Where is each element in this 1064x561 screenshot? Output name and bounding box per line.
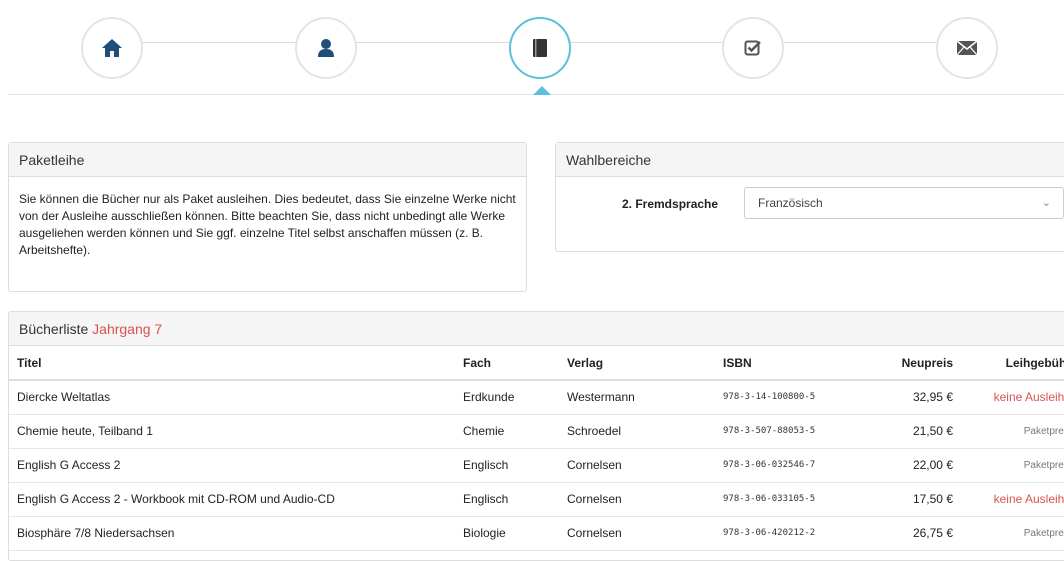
col-verlag: Verlag: [559, 346, 715, 381]
cell-leihgebuehr: keine Ausleihe: [961, 482, 1064, 517]
cell-verlag: Cornelsen: [559, 482, 715, 517]
table-row: Biosphäre 7/8 Niedersachsen Biologie Cor…: [9, 516, 1064, 551]
book-icon: [533, 39, 547, 57]
paketleihe-panel: Paketleihe Sie können die Bücher nur als…: [8, 142, 527, 292]
user-icon: [318, 39, 334, 57]
paketleihe-text: Sie können die Bücher nur als Paket ausl…: [19, 192, 516, 257]
buecherliste-header: Bücherliste Jahrgang 7: [9, 312, 1064, 346]
cell-fach: Englisch: [455, 448, 559, 483]
chevron-down-icon: ⌄: [1041, 197, 1051, 209]
cell-neupreis: 21,50 €: [863, 414, 961, 449]
step-check[interactable]: [722, 17, 784, 79]
fremdsprache-selected-value: Französisch: [758, 196, 823, 210]
cell-neupreis: 26,75 €: [863, 516, 961, 551]
cell-leihgebuehr: keine Ausleihe: [961, 380, 1064, 415]
cell-fach: Chemie: [455, 414, 559, 449]
cell-leihgebuehr: Paketpreis: [961, 414, 1064, 449]
table-row: Diercke Weltatlas Erdkunde Westermann 97…: [9, 380, 1064, 415]
cell-fach: Biologie: [455, 516, 559, 551]
cell-titel: Chemie heute, Teilband 1: [9, 414, 455, 449]
check-square-icon: [744, 40, 761, 56]
cell-neupreis: 22,00 €: [863, 448, 961, 483]
wahlbereiche-panel: Wahlbereiche 2. Fremdsprache Französisch…: [555, 142, 1064, 252]
buecherliste-panel: Bücherliste Jahrgang 7 Titel Fach Verlag…: [8, 311, 1064, 561]
cell-titel: English G Access 2 - Workbook mit CD-ROM…: [9, 482, 455, 517]
cell-isbn: 978-3-507-88053-5: [715, 414, 863, 449]
active-step-caret: [533, 86, 551, 95]
table-row: English G Access 2 Englisch Cornelsen 97…: [9, 448, 1064, 483]
cell-neupreis: 17,50 €: [863, 482, 961, 517]
cell-fach: Erdkunde: [455, 380, 559, 415]
col-isbn: ISBN: [715, 346, 863, 381]
cell-leihgebuehr: Paketpreis: [961, 516, 1064, 551]
cell-verlag: Cornelsen: [559, 448, 715, 483]
cell-isbn: 978-3-06-032546-7: [715, 448, 863, 483]
cell-verlag: Schroedel: [559, 414, 715, 449]
jahrgang-label: Jahrgang 7: [92, 321, 163, 337]
step-home[interactable]: [81, 17, 143, 79]
cell-isbn: 978-3-06-420212-2: [715, 516, 863, 551]
fremdsprache-label: 2. Fremdsprache: [622, 197, 719, 211]
table-header-row: Titel Fach Verlag ISBN Neupreis Leihgebü…: [9, 346, 1064, 381]
cell-leihgebuehr: Paketpreis: [961, 448, 1064, 483]
wahlbereiche-title: Wahlbereiche: [556, 143, 1064, 177]
cell-verlag: Westermann: [559, 380, 715, 415]
step-books[interactable]: [509, 17, 571, 79]
cell-titel: English G Access 2: [9, 448, 455, 483]
col-leihgebuehr: Leihgebühr: [961, 346, 1064, 381]
cell-titel: Biosphäre 7/8 Niedersachsen: [9, 516, 455, 551]
cell-neupreis: 32,95 €: [863, 380, 961, 415]
step-mail[interactable]: [936, 17, 998, 79]
cell-titel: Diercke Weltatlas: [9, 380, 455, 415]
col-neupreis: Neupreis: [863, 346, 961, 381]
cell-isbn: 978-3-06-033105-5: [715, 482, 863, 517]
step-user[interactable]: [295, 17, 357, 79]
fremdsprache-select[interactable]: Französisch ⌄: [744, 187, 1064, 219]
buecher-table: Titel Fach Verlag ISBN Neupreis Leihgebü…: [9, 346, 1064, 551]
wizard-steps: [0, 0, 1064, 96]
envelope-icon: [956, 40, 978, 56]
col-titel: Titel: [9, 346, 455, 381]
table-row: English G Access 2 - Workbook mit CD-ROM…: [9, 482, 1064, 517]
home-icon: [102, 39, 122, 57]
paketleihe-title: Paketleihe: [9, 143, 526, 177]
table-row: Chemie heute, Teilband 1 Chemie Schroede…: [9, 414, 1064, 449]
cell-isbn: 978-3-14-100800-5: [715, 380, 863, 415]
fremdsprache-row: 2. Fremdsprache Französisch ⌄: [556, 177, 1064, 233]
col-fach: Fach: [455, 346, 559, 381]
cell-verlag: Cornelsen: [559, 516, 715, 551]
buecherliste-title: Bücherliste: [19, 321, 89, 337]
cell-fach: Englisch: [455, 482, 559, 517]
